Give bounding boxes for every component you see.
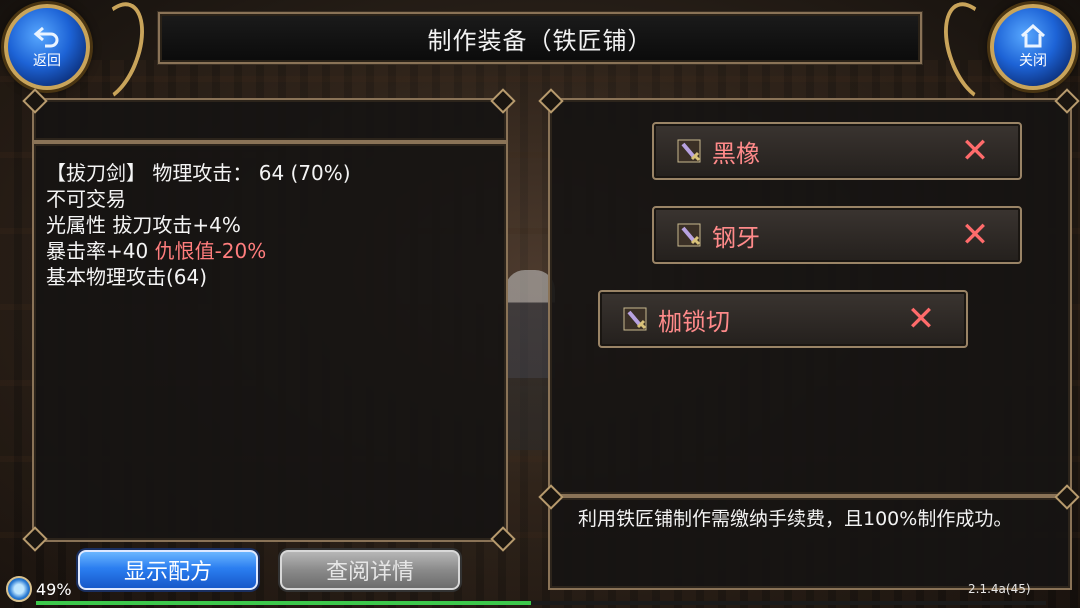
page-title: 制作装备（铁匠铺） [427, 26, 653, 55]
item-line: 【拔刀剑】 物理攻击： 64 (70%) [46, 161, 351, 185]
close-button[interactable]: 关闭 [990, 4, 1076, 90]
material-name: 黑橡 [712, 139, 760, 168]
sword-icon [677, 223, 701, 247]
close-label: 关闭 [1019, 53, 1047, 69]
back-button[interactable]: 返回 [4, 4, 90, 90]
item-line: 光属性 拔刀攻击+4% [46, 213, 241, 237]
remove-material-icon[interactable]: ✕ [960, 218, 990, 252]
item-description: 【拔刀剑】 物理攻击： 64 (70%) 不可交易 光属性 拔刀攻击+4% 暴击… [46, 160, 496, 290]
sword-icon [623, 307, 647, 331]
back-label: 返回 [33, 53, 61, 69]
item-stat-highlight: 仇恨值-20% [154, 239, 267, 263]
item-line: 基本物理攻击(64) [46, 265, 208, 289]
home-icon [1019, 23, 1047, 48]
fee-note: 利用铁匠铺制作需缴纳手续费，且100%制作成功。 [578, 508, 1013, 530]
loading-progress-bar [36, 601, 1046, 605]
remove-material-icon[interactable]: ✕ [906, 302, 936, 336]
title-bar: 制作装备（铁匠铺） [158, 12, 922, 64]
material-name: 枷锁切 [658, 307, 730, 336]
item-header-panel [32, 98, 508, 142]
progress-fill [36, 601, 531, 605]
material-item[interactable]: 黑橡 ✕ [652, 122, 1022, 180]
remove-material-icon[interactable]: ✕ [960, 134, 990, 168]
material-item[interactable]: 枷锁切 ✕ [598, 290, 968, 348]
item-line: 暴击率+40 仇恨值-20% [46, 238, 496, 264]
return-arrow-icon [33, 24, 61, 48]
material-item[interactable]: 钢牙 ✕ [652, 206, 1022, 264]
version-label: 2.1.4a(45) [968, 582, 1031, 596]
item-stat: 暴击率+40 [46, 239, 155, 263]
sword-icon [677, 139, 701, 163]
material-name: 钢牙 [712, 223, 760, 252]
item-line: 不可交易 [46, 187, 126, 211]
battery-icon [6, 576, 32, 602]
battery-percent: 49% [36, 580, 72, 599]
